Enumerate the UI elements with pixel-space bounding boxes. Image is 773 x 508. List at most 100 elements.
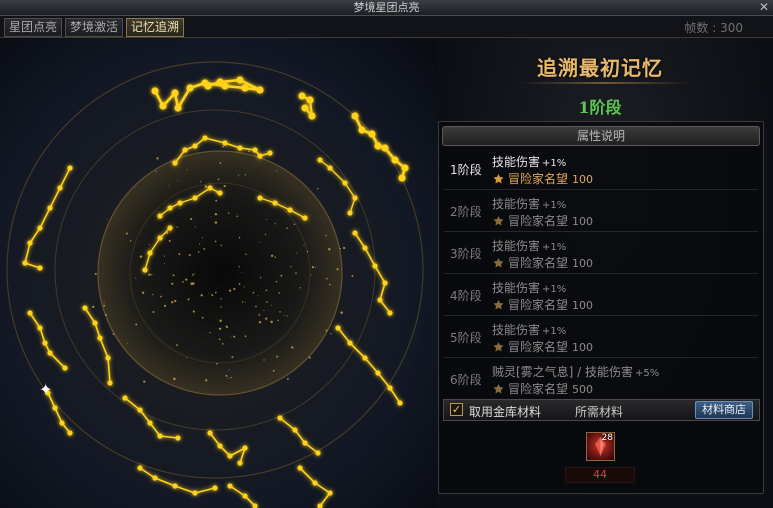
reputation-emblem-icon [493, 384, 504, 394]
tab-star-cluster-light[interactable]: 星团点亮 [4, 18, 63, 37]
dust-star [260, 277, 262, 279]
constellation-star [47, 350, 53, 356]
constellation-star [172, 160, 178, 166]
dust-star [176, 344, 178, 347]
dust-star [218, 338, 221, 341]
dust-star [310, 274, 312, 276]
dust-star [216, 362, 218, 365]
skill-damage-text: 贼灵[雾之气息] / 技能伤害 +5% [492, 365, 660, 379]
dust-star [155, 170, 157, 173]
dust-star [103, 301, 105, 303]
constellation-star [381, 144, 389, 152]
constellation-star [204, 82, 212, 90]
dust-star [220, 244, 222, 247]
dust-star [290, 265, 292, 268]
dust-star [274, 256, 276, 258]
dust-star [174, 299, 177, 303]
dust-star [135, 277, 137, 279]
dust-star [228, 377, 230, 379]
tab-dream-activate[interactable]: 梦境激活 [65, 18, 124, 37]
fps-counter: 帧数 : 300 [684, 21, 743, 35]
dust-star [270, 320, 273, 324]
constellation-star [256, 86, 264, 94]
dust-star [171, 282, 174, 285]
dust-star [217, 178, 220, 181]
window-title: 梦境星团点亮 [353, 1, 420, 14]
constellation-star [47, 205, 53, 211]
constellation-star [217, 443, 223, 449]
dust-star [156, 157, 159, 160]
dust-star [303, 244, 305, 246]
dust-star [342, 246, 346, 250]
constellation-star [157, 235, 163, 241]
dust-star [104, 313, 108, 316]
tab-memory-trace[interactable]: 记忆追溯 [126, 18, 185, 37]
dust-star [152, 310, 155, 314]
dust-star [192, 282, 195, 285]
dust-star [163, 255, 166, 257]
dust-star [244, 335, 247, 338]
constellation-star [298, 92, 306, 100]
constellation-star [372, 263, 378, 269]
constellation-star [287, 207, 293, 213]
dust-star [201, 237, 204, 239]
constellation-star [207, 430, 213, 436]
dust-star [191, 274, 194, 276]
dust-star [103, 304, 106, 307]
constellation-map: ✦ [0, 38, 438, 508]
memory-title: 追溯最初记忆 [537, 56, 663, 80]
constellation-star [216, 78, 224, 86]
stage-label: 4阶段 [450, 289, 482, 303]
reputation-text: 冒险家名望 100 [492, 254, 593, 271]
dust-star [214, 240, 217, 243]
title-divider [520, 82, 690, 84]
skill-damage-text: 技能伤害 +1% [492, 155, 567, 169]
dust-star [219, 162, 222, 164]
constellation-star [67, 430, 73, 436]
constellation-star [217, 190, 223, 196]
dust-star [263, 310, 265, 311]
constellation-star [37, 225, 43, 231]
dust-star [94, 272, 97, 275]
dust-star [199, 243, 201, 245]
use-storage-label[interactable]: 取用金库材料 [469, 403, 541, 420]
dust-star [106, 219, 108, 221]
dust-star [286, 227, 288, 229]
dust-star [258, 321, 262, 324]
material-shop-button[interactable]: 材料商店 [695, 401, 753, 419]
constellation-star [37, 265, 43, 271]
dust-star [209, 332, 211, 334]
dust-star [178, 253, 181, 256]
constellation-star [236, 76, 244, 84]
dust-star [200, 180, 202, 183]
dust-star [225, 374, 228, 377]
dust-star [272, 369, 275, 372]
use-storage-checkbox[interactable]: ✓ [450, 403, 463, 416]
constellation-star [242, 445, 248, 451]
stage-row-2: 2阶段 技能伤害 +1% 冒险家名望 100 [444, 190, 758, 232]
dust-star [210, 216, 212, 218]
dust-star [182, 280, 184, 283]
dust-star [265, 317, 268, 320]
window-titlebar: 梦境星团点亮 ✕ [0, 0, 773, 16]
constellation-star [172, 483, 178, 489]
dust-star [291, 346, 294, 349]
constellation-star [347, 340, 353, 346]
tab-bar: 星团点亮 梦境激活 记忆追溯 帧数 : 300 [0, 16, 773, 38]
constellation-star [257, 195, 263, 201]
dust-star [233, 287, 236, 291]
dust-star [157, 218, 159, 220]
constellation-star [227, 483, 233, 489]
dust-star [245, 302, 246, 303]
dust-star [278, 292, 281, 294]
dust-star [308, 356, 311, 359]
constellation-star [22, 260, 28, 266]
constellation-star [362, 355, 368, 361]
close-icon[interactable]: ✕ [757, 1, 771, 14]
dust-star [244, 174, 246, 176]
constellation-star [192, 195, 198, 201]
material-item-icon[interactable]: 28 [586, 432, 615, 461]
dust-star [227, 212, 230, 214]
dust-star [163, 304, 167, 308]
constellation-star [342, 180, 348, 186]
